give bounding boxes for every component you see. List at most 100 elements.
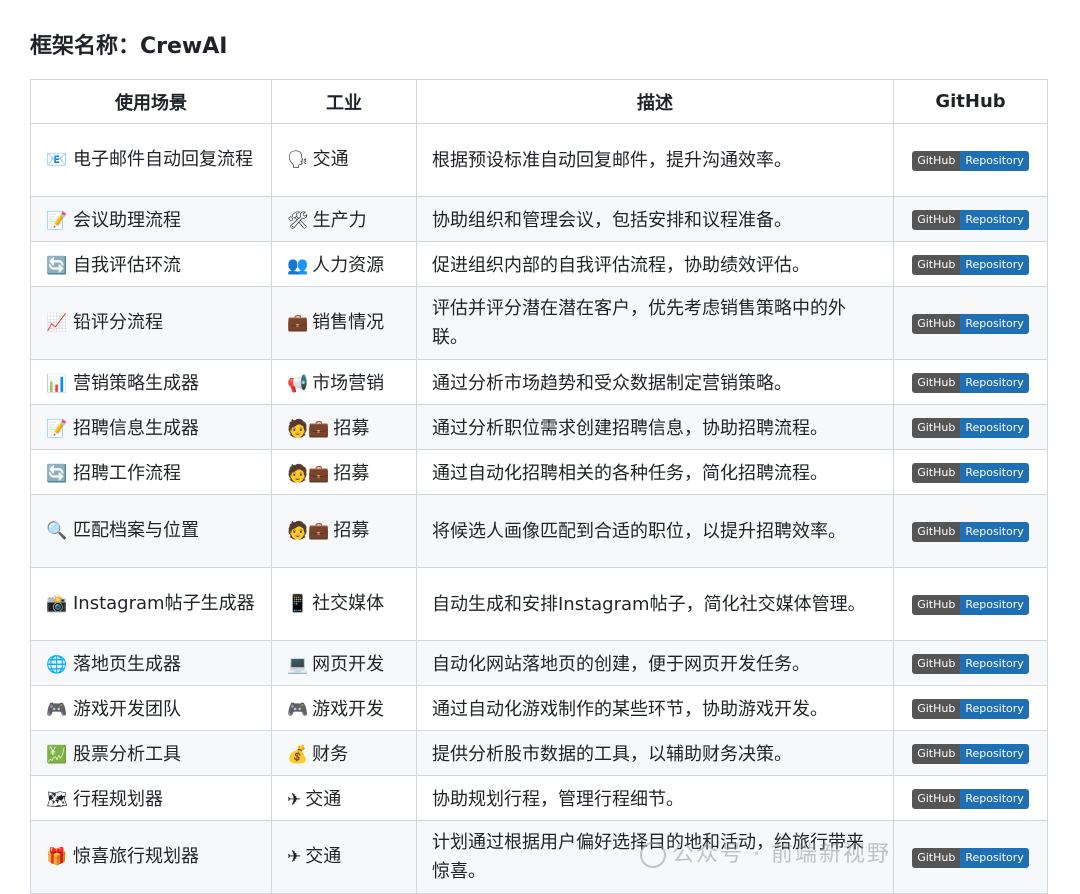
github-repository-badge[interactable]: GitHub Repository [912,847,1029,868]
badge-right-label: Repository [960,417,1029,438]
page-title: 框架名称：CrewAI [30,34,228,59]
github-repository-badge[interactable]: GitHub Repository [912,209,1029,230]
header-github: GitHub [893,79,1048,124]
industry-icon: 📱 [287,594,309,614]
scene-label: 股票分析工具 [73,744,181,765]
gamepad-icon: 🎮 [46,700,68,720]
github-repository-badge[interactable]: GitHub Repository [912,313,1029,334]
scene-label: 电子邮件自动回复流程 [73,149,253,170]
industry-label: 交通 [305,789,342,810]
badge-left-label: GitHub [912,417,961,438]
description-cell: 促进组织内部的自我评估流程，协助绩效评估。 [416,241,894,287]
badge-right-label: Repository [960,313,1029,334]
industry-icon: 🧑💼 [287,464,330,484]
scene-label: 招聘工作流程 [73,463,181,484]
description-cell: 通过分析市场趋势和受众数据制定营销策略。 [416,359,894,405]
badge-right-label: Repository [960,788,1029,809]
scene-label: 自我评估环流 [73,255,181,276]
scene-cell: 💹 股票分析工具 [30,730,272,776]
email-icon: 📧 [46,150,68,170]
github-repository-badge[interactable]: GitHub Repository [912,417,1029,438]
badge-right-label: Repository [960,209,1029,230]
badge-left-label: GitHub [912,150,961,171]
badge-left-label: GitHub [912,313,961,334]
cycle-icon: 🔄 [46,464,68,484]
description-cell: 自动生成和安排Instagram帖子，简化社交媒体管理。 [416,567,894,641]
table-row: 📈 铅评分流程 💼 销售情况 评估并评分潜在潜在客户，优先考虑销售策略中的外联。 GitH… [30,286,1048,360]
github-repository-badge[interactable]: GitHub Repository [912,594,1029,615]
github-repository-badge[interactable]: GitHub Repository [912,743,1029,764]
scene-cell: 📊 营销策略生成器 [30,359,272,405]
industry-label: 招募 [333,520,370,541]
industry-label: 网页开发 [312,654,385,675]
industry-cell: 🗣 交通 [271,123,417,197]
framework-table: 使用场景 工业 描述 GitHub 📧 电子邮件自动回复流程 🗣 交通 根据预设标准自动… [30,79,1048,894]
industry-icon: 🎮 [287,700,309,720]
badge-right-label: Repository [960,847,1029,868]
map-icon: 🗺 [46,790,68,810]
github-repository-badge[interactable]: GitHub Repository [912,372,1029,393]
description-cell: 通过自动化招聘相关的各种任务，简化招聘流程。 [416,449,894,495]
scene-label: 会议助理流程 [73,210,181,231]
industry-icon: 🧑💼 [287,521,330,541]
table-row: 📝 招聘信息生成器 🧑💼 招募 通过分析职位需求创建招聘信息，协助招聘流程。 GitHub… [30,404,1048,450]
github-repository-badge[interactable]: GitHub Repository [912,788,1029,809]
table-header-row: 使用场景 工业 描述 GitHub [30,79,1048,124]
badge-left-label: GitHub [912,847,961,868]
badge-right-label: Repository [960,254,1029,275]
scene-cell: 🌐 落地页生成器 [30,640,272,686]
cycle-icon: 🔄 [46,256,68,276]
industry-icon: 💼 [287,313,309,333]
industry-cell: 💰 财务 [271,730,417,776]
industry-label: 市场营销 [312,373,385,394]
scene-cell: 📝 招聘信息生成器 [30,404,272,450]
industry-cell: 🧑💼 招募 [271,449,417,495]
github-repository-badge[interactable]: GitHub Repository [912,254,1029,275]
badge-right-label: Repository [960,743,1029,764]
industry-label: 财务 [312,744,349,765]
scene-cell: 📸 Instagram帖子生成器 [30,567,272,641]
scene-label: 行程规划器 [73,789,163,810]
table-row: 🔄 自我评估环流 👥 人力资源 促进组织内部的自我评估流程，协助绩效评估。 GitHub R… [30,241,1048,287]
industry-cell: 💼 销售情况 [271,286,417,360]
description-cell: 计划通过根据用户偏好选择目的地和活动，给旅行带来惊喜。 [416,820,894,894]
github-cell: GitHub Repository [893,449,1048,495]
github-cell: GitHub Repository [893,820,1048,894]
badge-left-label: GitHub [912,698,961,719]
industry-cell: 📱 社交媒体 [271,567,417,641]
github-cell: GitHub Repository [893,359,1048,405]
table-row: 📸 Instagram帖子生成器 📱 社交媒体 自动生成和安排Instagram帖子，简… [30,567,1048,641]
scene-cell: 📧 电子邮件自动回复流程 [30,123,272,197]
table-row: 🔍 匹配档案与位置 🧑💼 招募 将候选人画像匹配到合适的职位，以提升招聘效率。 GitHu… [30,494,1048,568]
table-row: 📊 营销策略生成器 📢 市场营销 通过分析市场趋势和受众数据制定营销策略。 GitHub R… [30,359,1048,405]
industry-icon: 💻 [287,655,309,675]
badge-right-label: Repository [960,521,1029,542]
scene-cell: 📝 会议助理流程 [30,196,272,242]
badge-left-label: GitHub [912,209,961,230]
scene-label: 铅评分流程 [73,312,163,333]
industry-icon: 💰 [287,745,309,765]
github-repository-badge[interactable]: GitHub Repository [912,521,1029,542]
industry-label: 招募 [333,463,370,484]
industry-icon: 🗣 [287,150,309,170]
industry-label: 交通 [312,149,349,170]
badge-right-label: Repository [960,653,1029,674]
github-repository-badge[interactable]: GitHub Repository [912,150,1029,171]
industry-label: 交通 [305,846,342,867]
bar-chart-icon: 📊 [46,374,68,394]
industry-icon: 🛠 [287,211,309,231]
github-repository-badge[interactable]: GitHub Repository [912,462,1029,483]
industry-icon: 🧑💼 [287,419,330,439]
industry-cell: 📢 市场营销 [271,359,417,405]
description-cell: 协助规划行程，管理行程细节。 [416,775,894,821]
header-description: 描述 [416,79,894,124]
table-row: 🎮 游戏开发团队 🎮 游戏开发 通过自动化游戏制作的某些环节，协助游戏开发。 GitHub… [30,685,1048,731]
scene-label: Instagram帖子生成器 [73,593,255,614]
github-repository-badge[interactable]: GitHub Repository [912,653,1029,674]
github-repository-badge[interactable]: GitHub Repository [912,698,1029,719]
description-cell: 根据预设标准自动回复邮件，提升沟通效率。 [416,123,894,197]
description-cell: 通过自动化游戏制作的某些环节，协助游戏开发。 [416,685,894,731]
badge-left-label: GitHub [912,521,961,542]
scene-cell: 🔍 匹配档案与位置 [30,494,272,568]
scene-cell: 🗺 行程规划器 [30,775,272,821]
